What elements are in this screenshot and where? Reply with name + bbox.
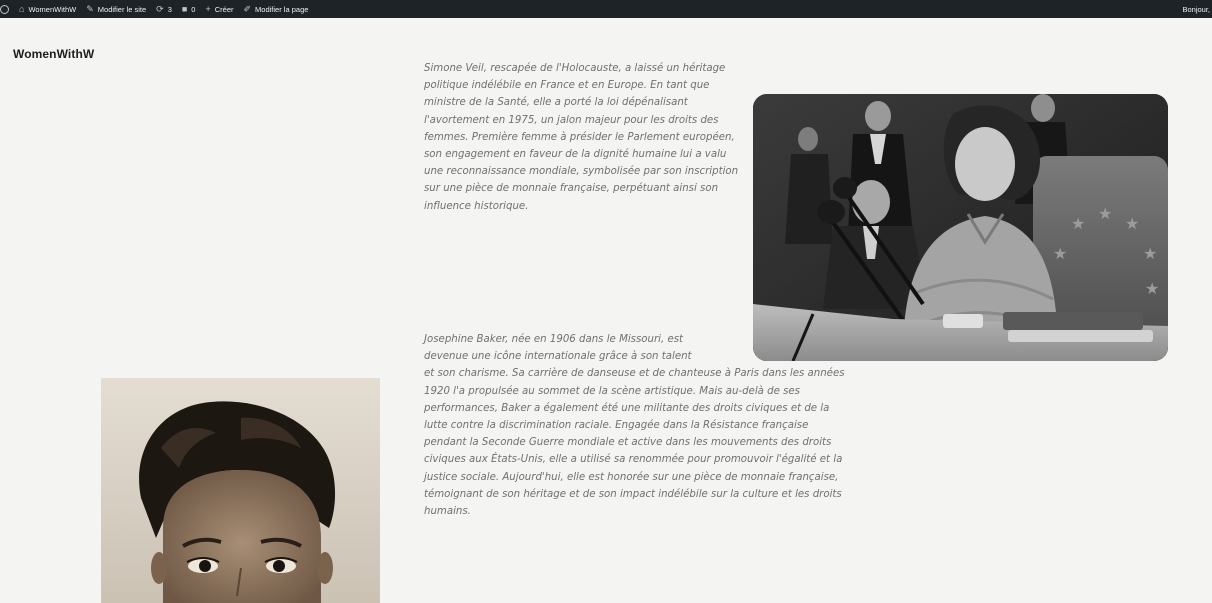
plus-icon: + <box>205 3 211 14</box>
home-icon: ⌂ <box>19 3 25 14</box>
simone-veil-photo: ★ ★ ★ ★ ★ ★ <box>753 94 1168 361</box>
adminbar-edit-page-label: Modifier la page <box>255 4 309 14</box>
adminbar-new-content-label: Créer <box>214 4 234 14</box>
svg-text:★: ★ <box>1071 214 1085 233</box>
svg-text:★: ★ <box>1053 244 1067 263</box>
josephine-baker-photo <box>101 378 380 603</box>
adminbar-edit-site-label: Modifier le site <box>97 4 147 14</box>
josephine-baker-bio-rest: et son charisme. Sa carrière de danseuse… <box>424 368 845 518</box>
adminbar-greeting: Bonjour, <box>1182 4 1210 14</box>
site-title[interactable]: WomenWithW <box>13 47 94 61</box>
comment-icon: ■ <box>181 3 188 14</box>
adminbar-new-content[interactable]: + Créer <box>200 0 238 18</box>
svg-text:★: ★ <box>1125 214 1139 233</box>
adminbar-edit-site[interactable]: ✎ Modifier le site <box>81 0 151 18</box>
adminbar-updates[interactable]: ⟳ 3 <box>151 0 177 18</box>
josephine-baker-bio: Josephine Baker, née en 1906 dans le Mis… <box>424 331 849 520</box>
admin-bar: ⌂ WomenWithW ✎ Modifier le site ⟳ 3 ■ 0 … <box>0 0 1212 18</box>
svg-text:★: ★ <box>1145 279 1159 298</box>
updates-icon: ⟳ <box>156 3 164 14</box>
simone-veil-bio: Simone Veil, rescapée de l'Holocauste, a… <box>424 63 739 212</box>
adminbar-account[interactable]: Bonjour, <box>1177 0 1212 18</box>
adminbar-updates-count: 3 <box>167 4 172 14</box>
josephine-baker-bio-lead: Josephine Baker, née en 1906 dans le Mis… <box>424 334 692 363</box>
adminbar-comments-count: 0 <box>191 4 196 14</box>
adminbar-site-link[interactable]: ⌂ WomenWithW <box>14 0 81 18</box>
adminbar-site-label: WomenWithW <box>28 4 77 14</box>
pencil-icon: ✐ <box>243 3 252 14</box>
svg-text:★: ★ <box>1143 244 1157 263</box>
wordpress-logo-icon[interactable] <box>0 0 14 18</box>
paintbrush-icon: ✎ <box>86 3 94 14</box>
svg-text:★: ★ <box>1098 204 1112 223</box>
adminbar-edit-page[interactable]: ✐ Modifier la page <box>239 0 314 18</box>
adminbar-comments[interactable]: ■ 0 <box>177 0 201 18</box>
